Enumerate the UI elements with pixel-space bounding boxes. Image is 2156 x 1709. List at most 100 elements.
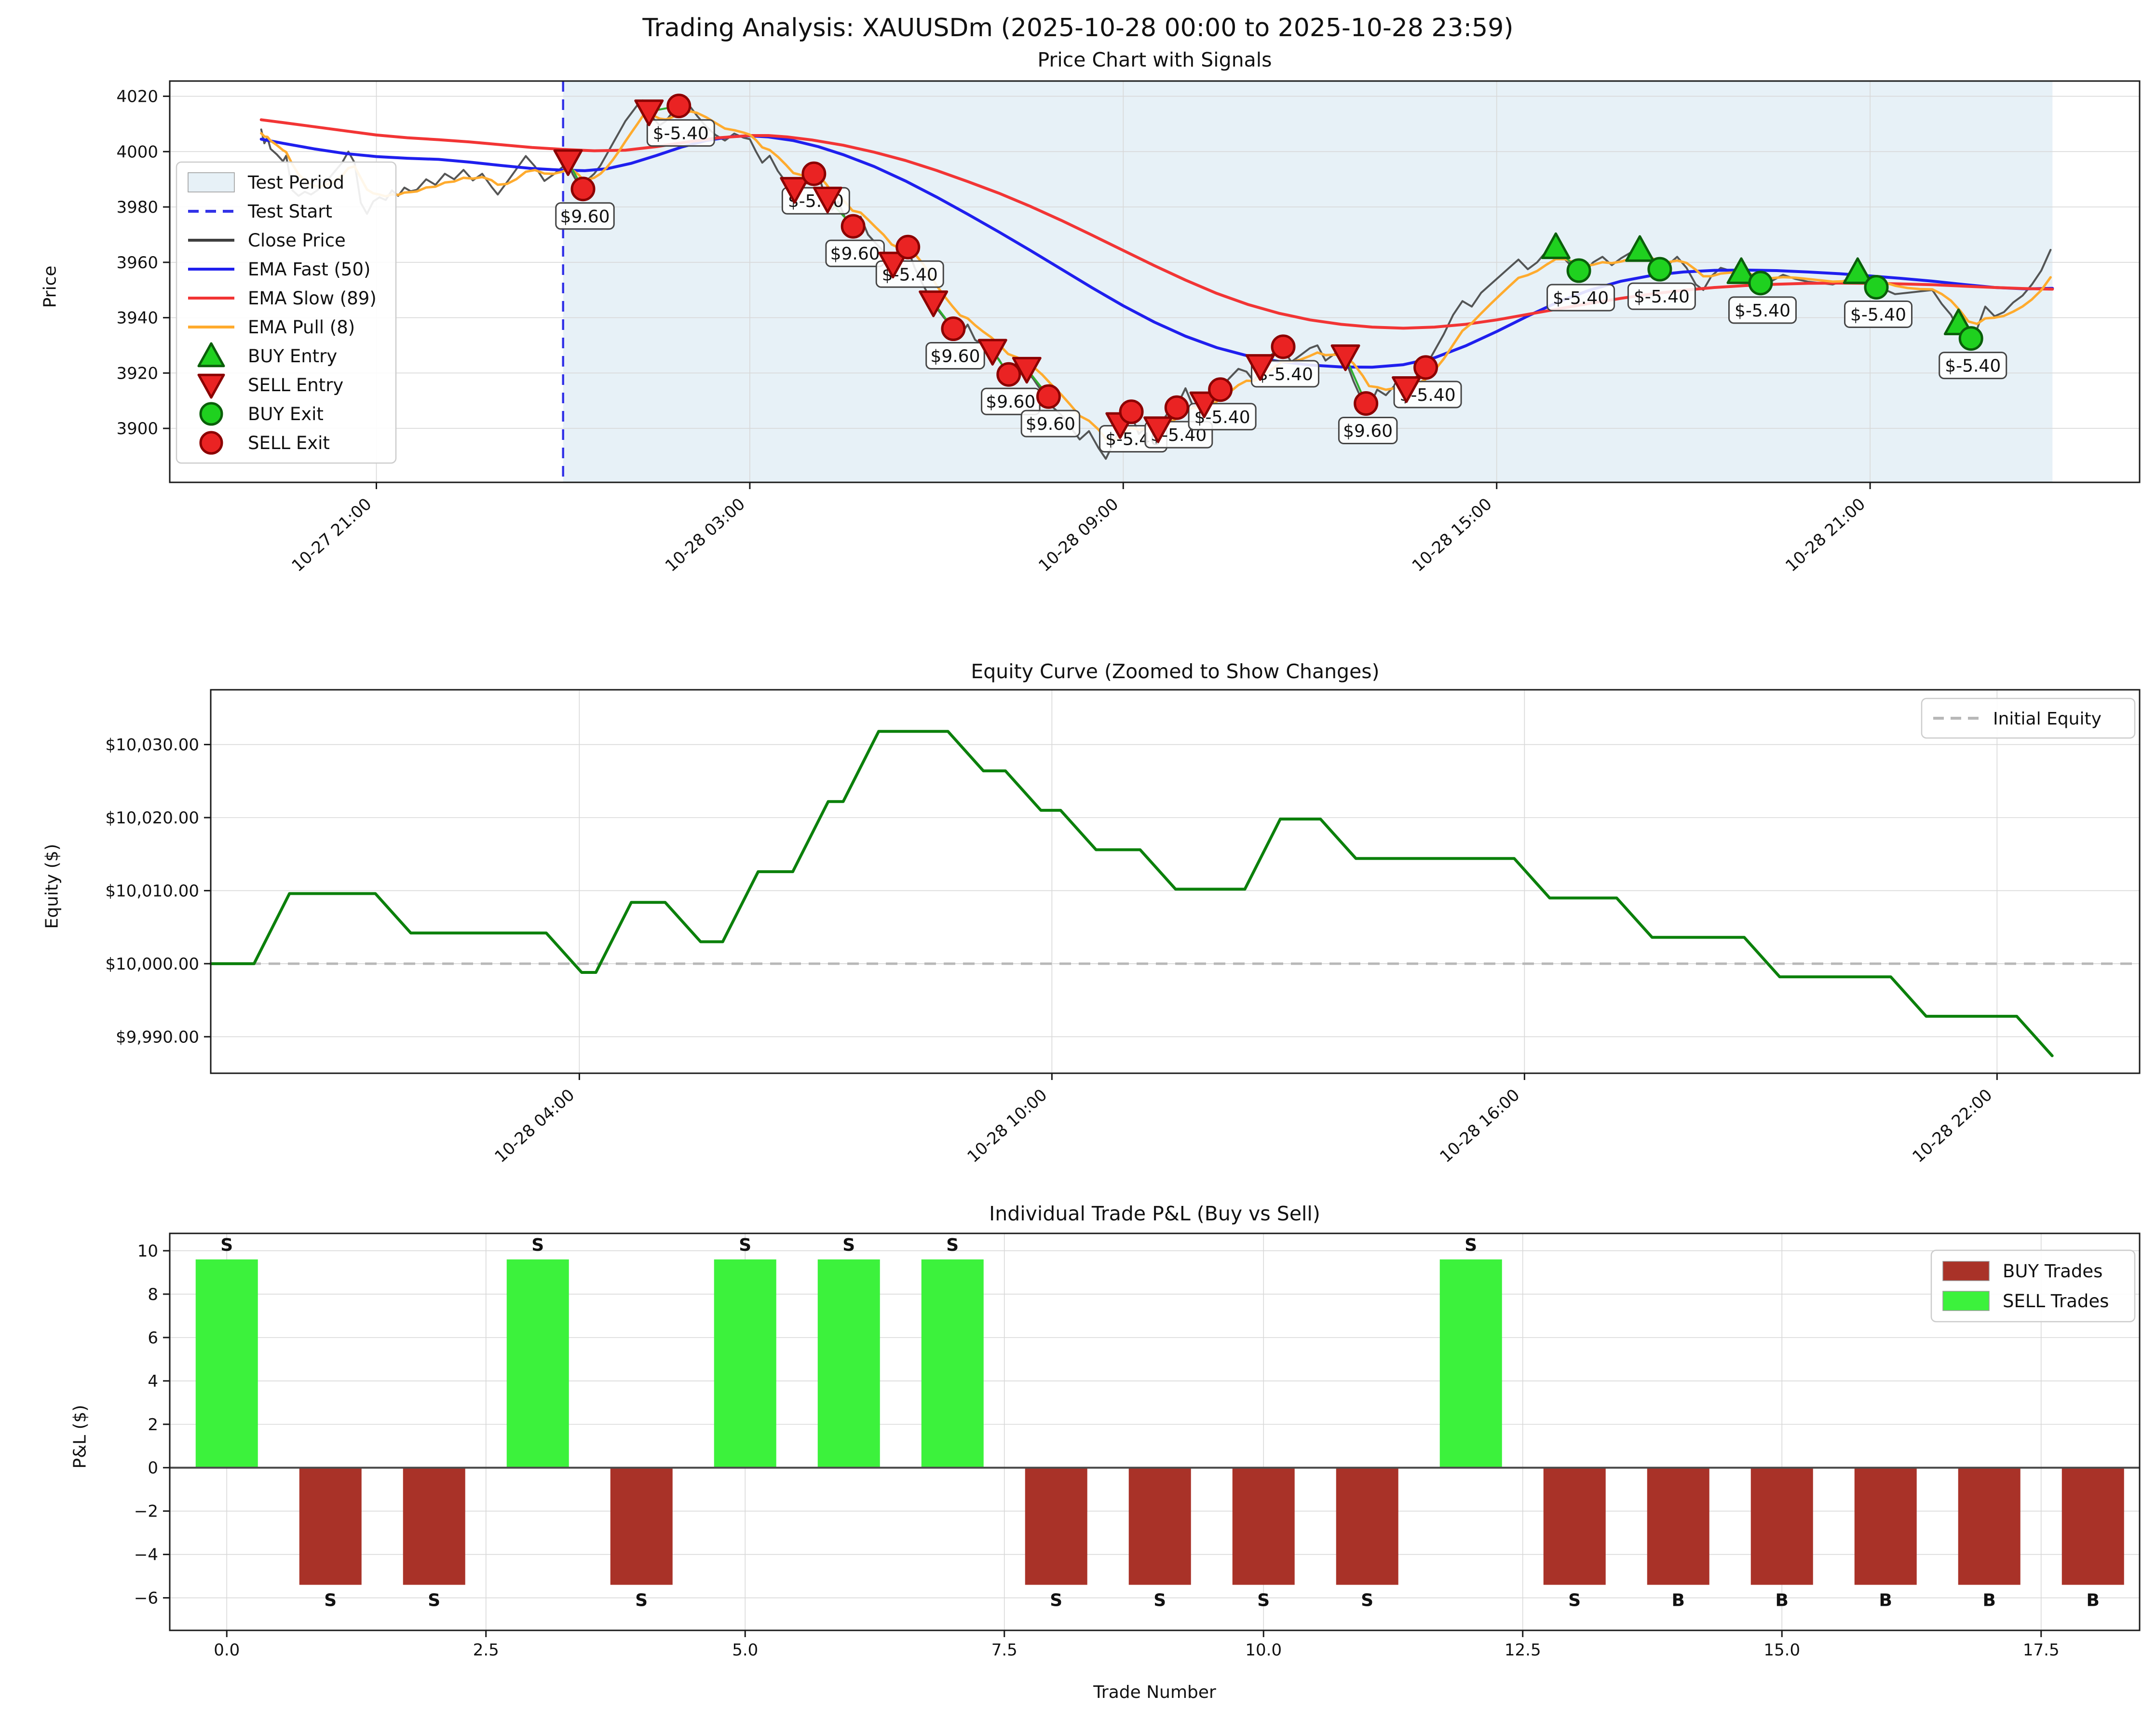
trade-pnl-annotation: $-5.40 bbox=[1634, 287, 1690, 307]
sell-exit-marker bbox=[998, 363, 1020, 385]
trade-side-letter: B bbox=[1776, 1591, 1789, 1611]
x-tick-label: 10-28 21:00 bbox=[1782, 494, 1869, 576]
legend-label: BUY Exit bbox=[248, 404, 324, 424]
legend-swatch bbox=[201, 403, 222, 424]
trade-side-letter: S bbox=[1361, 1591, 1373, 1611]
y-tick-label: −4 bbox=[134, 1545, 158, 1565]
sell-exit-marker bbox=[1037, 385, 1059, 408]
trade-side-letter: S bbox=[1464, 1235, 1477, 1255]
y-tick-label: 8 bbox=[148, 1285, 158, 1304]
x-tick-label: 10-27 21:00 bbox=[288, 494, 375, 576]
legend-label: SELL Exit bbox=[248, 433, 330, 453]
buy-trade-bar bbox=[1025, 1468, 1087, 1585]
legend: Initial Equity bbox=[1922, 698, 2135, 738]
trade-side-letter: S bbox=[842, 1235, 855, 1255]
buy-trade-bar bbox=[1129, 1468, 1191, 1585]
sell-exit-marker bbox=[942, 318, 964, 340]
trade-pnl-annotation: $9.60 bbox=[560, 207, 610, 227]
trade-side-letter: S bbox=[1568, 1591, 1581, 1611]
trade-side-letter: S bbox=[739, 1235, 751, 1255]
trade-side-letter: S bbox=[324, 1591, 337, 1611]
y-tick-label: $10,020.00 bbox=[105, 808, 199, 828]
trade-pnl-annotation: $-5.40 bbox=[1850, 305, 1906, 325]
buy-trade-bar bbox=[1751, 1468, 1813, 1585]
buy-trade-bar bbox=[1855, 1468, 1917, 1585]
buy-trade-bar bbox=[403, 1468, 465, 1585]
y-tick-label: 3900 bbox=[116, 419, 158, 438]
legend-label: EMA Pull (8) bbox=[248, 317, 355, 338]
x-tick-label: 0.0 bbox=[214, 1641, 240, 1660]
y-tick-label: 4 bbox=[148, 1372, 158, 1391]
legend: BUY Trades SELL Trades bbox=[1931, 1250, 2135, 1322]
legend-label: Close Price bbox=[248, 230, 346, 251]
trade-side-letter: S bbox=[1257, 1591, 1270, 1611]
x-tick-label: 10-28 09:00 bbox=[1035, 494, 1122, 576]
legend-label: SELL Entry bbox=[248, 375, 343, 396]
sell-exit-marker bbox=[1120, 401, 1142, 423]
y-tick-label: 4000 bbox=[116, 142, 158, 162]
legend-label: SELL Trades bbox=[2003, 1291, 2109, 1312]
trade-side-letter: B bbox=[1879, 1591, 1892, 1611]
y-tick-label: 3920 bbox=[116, 364, 158, 383]
legend-label: Test Start bbox=[247, 201, 332, 222]
y-tick-label: 4020 bbox=[116, 87, 158, 107]
legend-label: EMA Slow (89) bbox=[248, 288, 377, 309]
trade-pnl-annotation: $9.60 bbox=[986, 392, 1035, 412]
trade-side-letter: S bbox=[1050, 1591, 1062, 1611]
sell-exit-marker bbox=[1355, 392, 1377, 414]
x-tick-label: 2.5 bbox=[473, 1641, 499, 1660]
trade-pnl-annotation: $-5.40 bbox=[1735, 301, 1790, 321]
trade-side-letter: S bbox=[635, 1591, 648, 1611]
buy-exit-marker bbox=[1749, 272, 1772, 294]
y-tick-label: 3940 bbox=[116, 309, 158, 328]
sell-trade-bar bbox=[507, 1259, 569, 1468]
x-tick-label: 10-28 04:00 bbox=[491, 1085, 578, 1167]
legend-label: BUY Entry bbox=[248, 346, 337, 367]
y-tick-label: $10,000.00 bbox=[105, 955, 199, 974]
x-tick-label: 10-28 10:00 bbox=[963, 1085, 1051, 1167]
trade-side-letter: S bbox=[428, 1591, 440, 1611]
x-tick-label: 10-28 03:00 bbox=[662, 494, 749, 576]
sell-exit-marker bbox=[1166, 396, 1188, 419]
y-tick-label: −2 bbox=[134, 1502, 158, 1521]
sell-exit-marker bbox=[1415, 356, 1437, 379]
sell-exit-marker bbox=[1209, 379, 1232, 401]
sell-trade-bar bbox=[818, 1259, 880, 1468]
axis-ticks: 1086420−2−4−60.02.55.07.510.012.515.017.… bbox=[134, 1242, 2060, 1660]
trade-pnl-annotation: $-5.40 bbox=[653, 124, 709, 144]
x-tick-label: 10-28 15:00 bbox=[1409, 494, 1496, 576]
x-tick-label: 17.5 bbox=[2023, 1641, 2060, 1660]
y-tick-label: 10 bbox=[137, 1242, 158, 1261]
buy-trade-bar bbox=[1958, 1468, 2020, 1585]
equity-curve-line bbox=[211, 731, 2052, 1055]
legend-swatch bbox=[1943, 1291, 1989, 1311]
buy-exit-marker bbox=[1649, 258, 1671, 280]
sell-exit-marker bbox=[897, 236, 919, 258]
y-tick-label: 3980 bbox=[116, 198, 158, 217]
sell-exit-marker bbox=[668, 95, 690, 117]
trade-side-letter: S bbox=[1153, 1591, 1166, 1611]
buy-trade-bar bbox=[610, 1468, 673, 1585]
buy-trade-bar bbox=[2062, 1468, 2124, 1585]
trade-pnl-annotation: $9.60 bbox=[930, 347, 980, 367]
trade-side-letter: B bbox=[2087, 1591, 2100, 1611]
y-tick-label: 6 bbox=[148, 1328, 158, 1348]
x-tick-label: 7.5 bbox=[991, 1641, 1017, 1660]
trade-side-letter: B bbox=[1672, 1591, 1685, 1611]
buy-trade-bar bbox=[1336, 1468, 1398, 1585]
buy-trade-bar bbox=[1647, 1468, 1709, 1585]
y-tick-label: $9,990.00 bbox=[116, 1027, 199, 1047]
x-tick-label: 10-28 16:00 bbox=[1436, 1085, 1523, 1167]
buy-trade-bar bbox=[299, 1468, 362, 1585]
x-tick-label: 12.5 bbox=[1505, 1641, 1541, 1660]
charts-canvas: $9.60$-5.40$-5.40$9.60$-5.40$9.60$9.60$9… bbox=[0, 0, 2156, 1709]
x-tick-label: 15.0 bbox=[1763, 1641, 1800, 1660]
legend-label: EMA Fast (50) bbox=[248, 259, 370, 280]
plot-border bbox=[211, 690, 2140, 1073]
sell-exit-marker bbox=[803, 163, 825, 185]
grid bbox=[211, 690, 2140, 1073]
y-tick-label: 0 bbox=[148, 1459, 158, 1478]
x-tick-label: 10.0 bbox=[1245, 1641, 1282, 1660]
legend-label: BUY Trades bbox=[2003, 1261, 2102, 1282]
x-tick-label: 10-28 22:00 bbox=[1909, 1085, 1996, 1167]
